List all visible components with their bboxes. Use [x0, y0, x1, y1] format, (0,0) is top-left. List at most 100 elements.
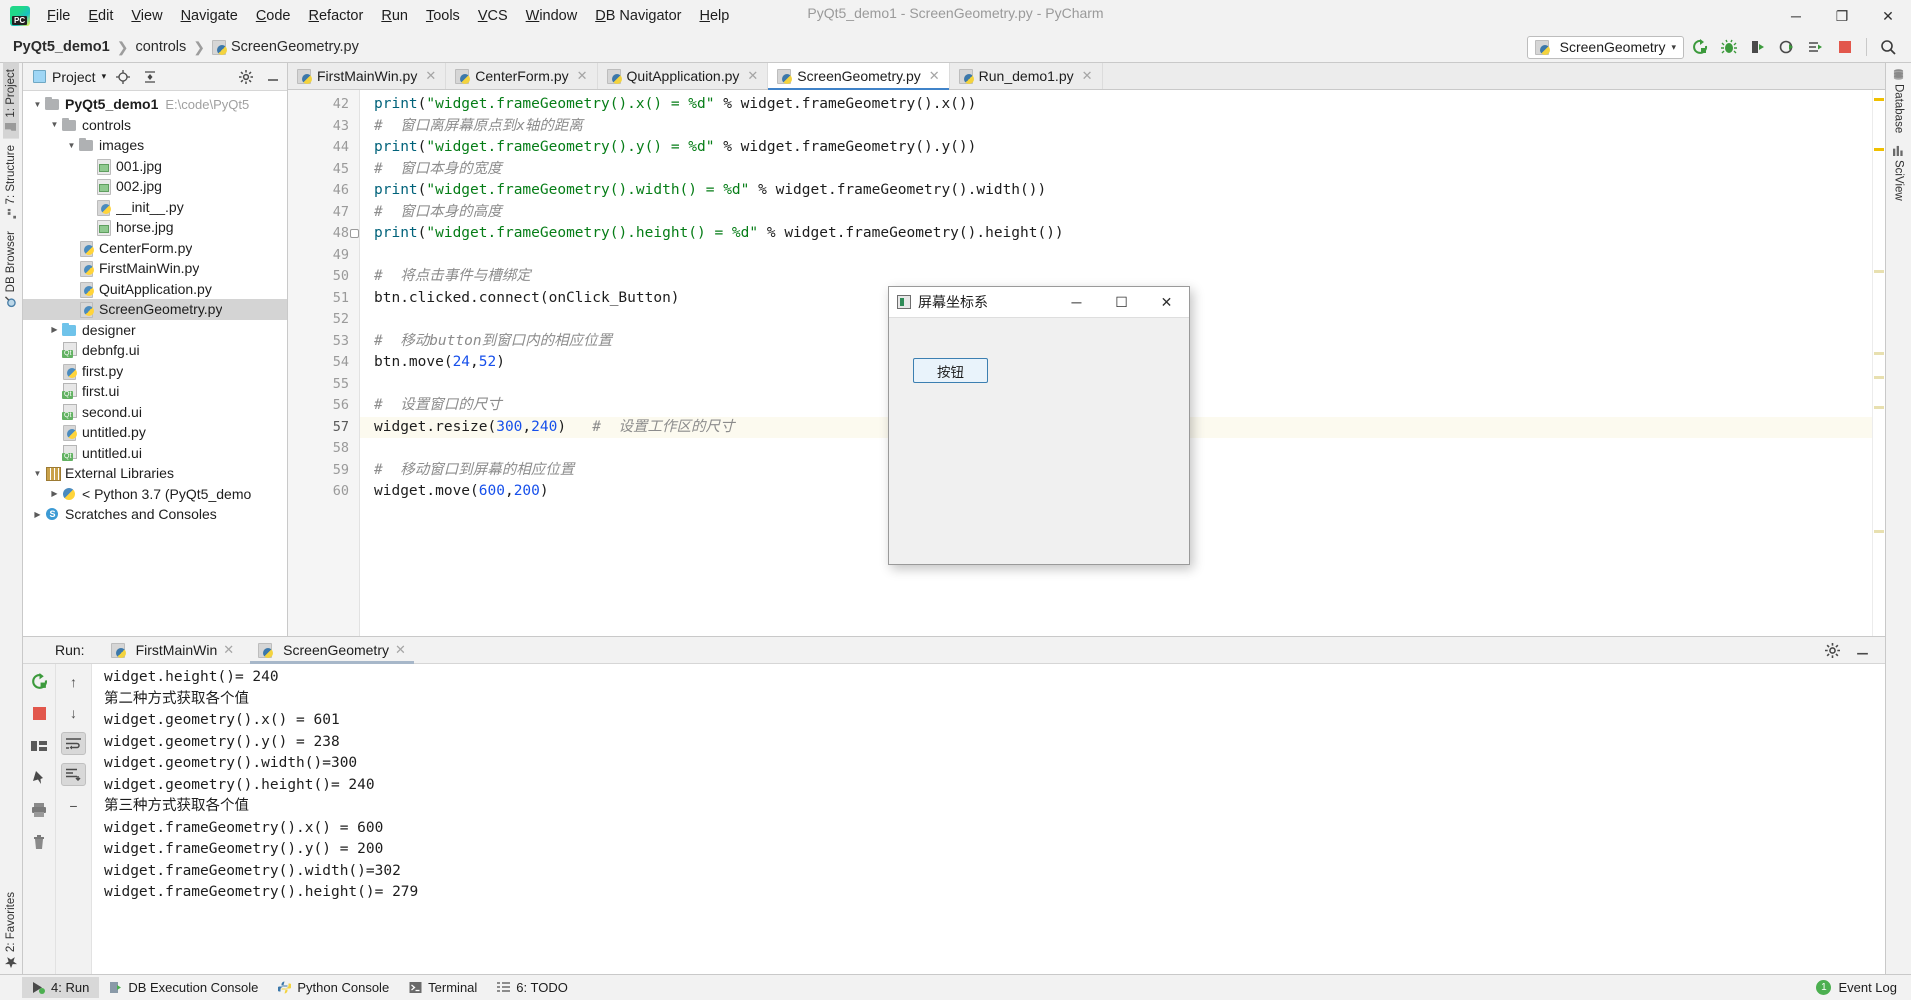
- soft-wrap-icon[interactable]: [61, 732, 86, 755]
- rail-item-db-browser[interactable]: DB Browser: [3, 225, 19, 313]
- editor-tab-quitapplication.py[interactable]: QuitApplication.py ✕: [597, 63, 769, 89]
- code-line[interactable]: print("widget.frameGeometry().width() = …: [360, 180, 1872, 202]
- rail-item-sciview[interactable]: SciView: [1891, 139, 1907, 207]
- chevron-down-icon[interactable]: ▼: [31, 469, 44, 478]
- debug-button[interactable]: [1716, 35, 1742, 59]
- pin-icon[interactable]: [27, 766, 52, 789]
- close-icon[interactable]: ✕: [1082, 68, 1093, 84]
- status-item-terminal[interactable]: Terminal: [399, 977, 487, 998]
- menu-item-vcs[interactable]: VCS: [469, 4, 517, 28]
- chevron-down-icon[interactable]: ▼: [48, 120, 61, 129]
- scroll-up-icon[interactable]: ↑: [61, 670, 86, 693]
- tree-node-external-libraries[interactable]: ▼ External Libraries: [23, 463, 287, 484]
- menu-item-db-navigator[interactable]: DB Navigator: [586, 4, 690, 28]
- menu-item-run[interactable]: Run: [372, 4, 417, 28]
- code-line[interactable]: # 窗口离屏幕原点到x轴的距离: [360, 116, 1872, 138]
- rail-item-2-favorites[interactable]: 2: Favorites: [3, 886, 19, 974]
- console-output[interactable]: widget.height()= 240 第二种方式获取各个值 widget.geo…: [92, 664, 1885, 974]
- search-icon[interactable]: [1875, 35, 1901, 59]
- tree-node-untitled.py[interactable]: untitled.py: [23, 422, 287, 443]
- tree-node-init-.py[interactable]: __init__.py: [23, 197, 287, 218]
- run-with-coverage-button[interactable]: [1745, 35, 1771, 59]
- gear-icon[interactable]: [235, 66, 256, 87]
- rail-item-7-structure[interactable]: 7: Structure: [3, 139, 19, 225]
- tree-node-second.ui[interactable]: second.ui: [23, 402, 287, 423]
- chevron-right-icon[interactable]: ▶: [48, 489, 61, 498]
- editor-tab-run-demo1.py[interactable]: Run_demo1.py ✕: [949, 63, 1103, 89]
- editor-tab-centerform.py[interactable]: CenterForm.py ✕: [446, 63, 598, 89]
- close-icon[interactable]: ✕: [747, 68, 758, 84]
- tree-node-first.py[interactable]: first.py: [23, 361, 287, 382]
- tree-node-horse.jpg[interactable]: horse.jpg: [23, 217, 287, 238]
- tree-node-quitapplication.py[interactable]: QuitApplication.py: [23, 279, 287, 300]
- minimize-button[interactable]: ─: [1773, 0, 1819, 32]
- tree-node-first.ui[interactable]: first.ui: [23, 381, 287, 402]
- rail-item-database[interactable]: Database: [1891, 63, 1907, 139]
- hide-icon[interactable]: [1850, 639, 1875, 662]
- code-line[interactable]: # 将点击事件与槽绑定: [360, 266, 1872, 288]
- run-tab-firstmainwin[interactable]: FirstMainWin ✕: [99, 637, 247, 664]
- close-icon[interactable]: ✕: [425, 68, 436, 84]
- breadcrumb-project[interactable]: PyQt5_demo1: [13, 39, 110, 55]
- minimize-icon[interactable]: −: [61, 794, 86, 817]
- pyqt-demo-window[interactable]: 屏幕坐标系 ─ ☐ ✕ 按钮: [888, 286, 1190, 565]
- close-button[interactable]: ✕: [1865, 0, 1911, 32]
- tree-node-debnfg.ui[interactable]: debnfg.ui: [23, 340, 287, 361]
- editor-tab-screengeometry.py[interactable]: ScreenGeometry.py ✕: [768, 63, 950, 90]
- breadcrumb-file[interactable]: ScreenGeometry.py: [211, 39, 359, 55]
- code-line[interactable]: # 窗口本身的宽度: [360, 159, 1872, 181]
- menu-item-navigate[interactable]: Navigate: [172, 4, 247, 28]
- breadcrumb-folder[interactable]: controls: [135, 39, 186, 55]
- menu-item-code[interactable]: Code: [247, 4, 300, 28]
- editor-tab-firstmainwin.py[interactable]: FirstMainWin.py ✕: [288, 63, 447, 89]
- tree-node-002.jpg[interactable]: 002.jpg: [23, 176, 287, 197]
- trash-icon[interactable]: [27, 830, 52, 853]
- menu-item-view[interactable]: View: [122, 4, 171, 28]
- status-item-python-console[interactable]: Python Console: [268, 977, 399, 998]
- pyqt-minimize-button[interactable]: ─: [1054, 287, 1099, 318]
- close-icon[interactable]: ✕: [929, 68, 940, 84]
- tree-node-scratches-and-consoles[interactable]: ▶ Scratches and Consoles: [23, 504, 287, 525]
- print-icon[interactable]: [27, 798, 52, 821]
- stop-icon[interactable]: [27, 702, 52, 725]
- collapse-all-icon[interactable]: [139, 66, 160, 87]
- menu-item-tools[interactable]: Tools: [417, 4, 469, 28]
- code-line[interactable]: print("widget.frameGeometry().y() = %d" …: [360, 137, 1872, 159]
- tree-node-controls[interactable]: ▼ controls: [23, 115, 287, 136]
- profile-button[interactable]: [1774, 35, 1800, 59]
- attach-to-process-button[interactable]: [1803, 35, 1829, 59]
- tree-node-pyqt5-demo1[interactable]: ▼ PyQt5_demo1 E:\code\PyQt5: [23, 94, 287, 115]
- tree-node-screengeometry.py[interactable]: ScreenGeometry.py: [23, 299, 287, 320]
- pyqt-maximize-button[interactable]: ☐: [1099, 287, 1144, 318]
- event-log-label[interactable]: Event Log: [1838, 980, 1897, 995]
- close-icon[interactable]: ✕: [223, 642, 234, 658]
- status-item-6-todo[interactable]: 6: TODO: [487, 977, 578, 998]
- pyqt-close-button[interactable]: ✕: [1144, 287, 1189, 318]
- maximize-button[interactable]: ❐: [1819, 0, 1865, 32]
- tree-node-001.jpg[interactable]: 001.jpg: [23, 156, 287, 177]
- menu-item-edit[interactable]: Edit: [79, 4, 122, 28]
- run-tab-screengeometry[interactable]: ScreenGeometry ✕: [246, 637, 418, 664]
- chevron-down-icon[interactable]: ▾: [102, 71, 107, 82]
- chevron-right-icon[interactable]: ▶: [48, 325, 61, 334]
- code-line[interactable]: # 窗口本身的高度: [360, 202, 1872, 224]
- run-button[interactable]: [1687, 35, 1713, 59]
- code-line[interactable]: print("widget.frameGeometry().x() = %d" …: [360, 94, 1872, 116]
- hide-icon[interactable]: [262, 66, 283, 87]
- stop-button[interactable]: [1832, 35, 1858, 59]
- scroll-down-icon[interactable]: ↓: [61, 701, 86, 724]
- code-line[interactable]: [360, 245, 1872, 267]
- run-configuration-selector[interactable]: ScreenGeometry ▾: [1526, 35, 1684, 59]
- layout-icon[interactable]: [27, 734, 52, 757]
- tree-node-designer[interactable]: ▶ designer: [23, 320, 287, 341]
- status-item-db-execution-console[interactable]: DB Execution Console: [99, 977, 268, 998]
- gear-icon[interactable]: [1820, 639, 1845, 662]
- code-fold-marker-icon[interactable]: [350, 229, 359, 238]
- status-item-4-run[interactable]: 4: Run: [22, 977, 100, 998]
- close-icon[interactable]: ✕: [577, 68, 588, 84]
- menu-item-file[interactable]: File: [38, 4, 79, 28]
- tree-node-python-3.7-pyqt5-demo[interactable]: ▶ < Python 3.7 (PyQt5_demo: [23, 484, 287, 505]
- close-icon[interactable]: ✕: [395, 642, 406, 658]
- rerun-icon[interactable]: [27, 670, 52, 693]
- rail-item-1-project[interactable]: 1: Project: [3, 63, 19, 139]
